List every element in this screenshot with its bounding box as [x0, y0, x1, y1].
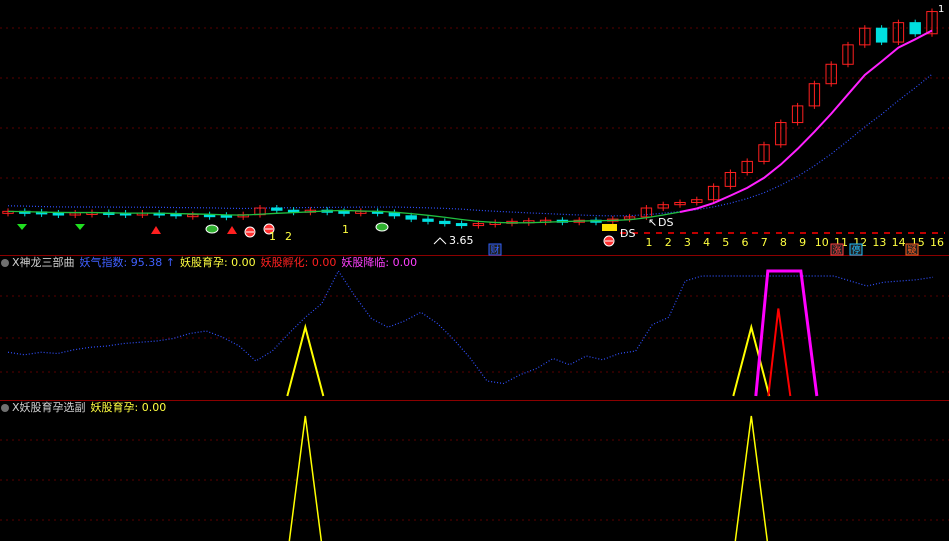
badge-label: 涨: [832, 245, 841, 256]
day-counter-label: 4: [703, 236, 710, 249]
yellow-signal-box: [602, 224, 617, 231]
day-counter-label: 5: [722, 236, 729, 249]
ds-label: DS: [658, 216, 673, 229]
panel2-values: 妖气指数: 95.38 ↑ 妖股育孕: 0.00 妖股孵化: 0.00 妖股降临: 0…: [80, 256, 423, 270]
day-counter-label: 16: [930, 236, 944, 249]
day-counter-label: 3: [684, 236, 691, 249]
badge-label: 财: [490, 244, 499, 256]
panel-menu-icon[interactable]: [1, 259, 9, 267]
badge-label: 停: [851, 244, 860, 256]
candle[interactable]: [439, 220, 451, 225]
candle[interactable]: [338, 210, 350, 214]
panel3-title[interactable]: X妖股育孕选副: [12, 401, 86, 415]
panel3-values: 妖股育孕: 0.00: [91, 401, 172, 415]
day-counter-label: 9: [799, 236, 806, 249]
indicator-value-1: 妖股育孕: 0.00: [179, 256, 256, 269]
small-label: 1: [342, 223, 349, 236]
indicator-value-2: 妖股孵化: 0.00: [260, 256, 337, 269]
green-cloud-icon: [375, 222, 389, 232]
background: [0, 0, 949, 541]
day-counter-label: 10: [815, 236, 829, 249]
high-marker-label: 1: [938, 4, 944, 15]
panel3-header: X妖股育孕选副 妖股育孕: 0.00: [0, 401, 176, 415]
small-label: 2: [285, 230, 292, 243]
candle[interactable]: [405, 215, 417, 220]
green-cloud-icon: [205, 224, 219, 234]
ds-label: DS: [620, 227, 635, 240]
candle[interactable]: [52, 212, 65, 216]
panel2-title[interactable]: X神龙三部曲: [12, 256, 75, 270]
panel2-header: X神龙三部曲 妖气指数: 95.38 ↑ 妖股育孕: 0.00 妖股孵化: 0.00…: [0, 256, 427, 270]
day-counter-label: 6: [742, 236, 749, 249]
day-counter-label: 13: [872, 236, 886, 249]
day-counter-label: 2: [665, 236, 672, 249]
candle[interactable]: [271, 207, 283, 211]
arrow-icon: ↖: [648, 216, 657, 229]
candle[interactable]: [909, 22, 921, 35]
panel-menu-icon[interactable]: [1, 404, 9, 412]
day-counter-label: 1: [646, 236, 653, 249]
indicator-value-3: 妖股降临: 0.00: [341, 256, 418, 269]
indicator-value-0: 妖股育孕: 0.00: [90, 401, 167, 414]
badge-label: 疑: [907, 245, 916, 256]
indicator-value-0: 妖气指数: 95.38 ↑: [79, 256, 175, 269]
chart-canvas[interactable]: 1 21 DSDS↖3.6511 2 3 4 5 6 7 8 9 10 11 12 13 14 15 16财涨停疑: [0, 0, 949, 541]
day-counter-label: 7: [761, 236, 768, 249]
candle[interactable]: [422, 218, 434, 222]
low-price-label: 3.65: [449, 234, 474, 247]
candle[interactable]: [875, 27, 888, 43]
day-counter-label: 14: [892, 236, 906, 249]
day-counter-label: 8: [780, 236, 787, 249]
small-label: 1: [269, 230, 276, 243]
candle[interactable]: [455, 223, 468, 227]
